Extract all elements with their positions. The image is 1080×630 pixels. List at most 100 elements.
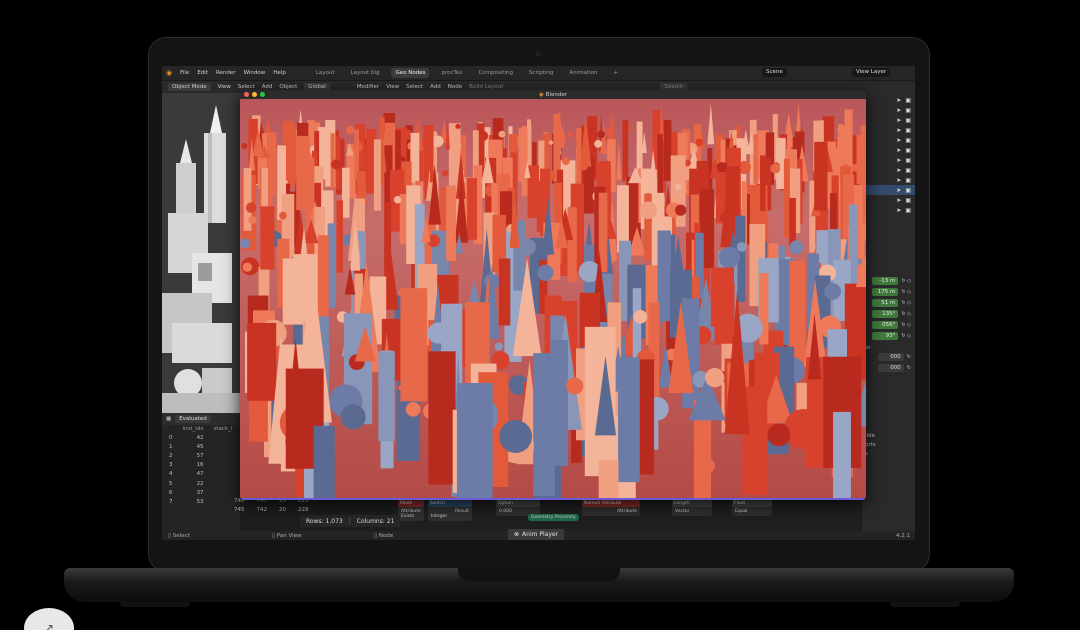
tab-layout-blg[interactable]: Layout.blg [347, 68, 384, 78]
visibility-icon[interactable]: ▣ [905, 117, 911, 124]
visibility-icon[interactable]: ▣ [905, 197, 911, 204]
property-row[interactable]: 93° ↻ ◇ [862, 331, 915, 341]
scale-field[interactable]: 000 [877, 353, 904, 361]
node-geometry-proximity[interactable]: Geometry Proximity [528, 514, 579, 521]
menu-render[interactable]: Render [216, 70, 236, 76]
procedural-city-render [240, 100, 866, 498]
maximize-window-icon[interactable] [260, 92, 265, 97]
select-arrow-icon[interactable]: ➤ [896, 127, 901, 134]
location-z-field[interactable]: 51 m [872, 299, 899, 307]
scene-selector[interactable]: Scene [762, 68, 787, 77]
node-float[interactable]: Float Equal [732, 500, 772, 516]
tab-proctex[interactable]: procTex [437, 68, 466, 78]
select-arrow-icon[interactable]: ➤ [896, 107, 901, 114]
select-arrow-icon[interactable]: ➤ [896, 187, 901, 194]
select-arrow-icon[interactable]: ➤ [896, 197, 901, 204]
tab-animation[interactable]: Animation [565, 68, 601, 78]
blender-logo-icon[interactable]: ◉ [166, 69, 172, 77]
view-layer-selector[interactable]: View Layer [852, 68, 891, 77]
city-building [627, 126, 632, 131]
render-result-image [240, 99, 866, 498]
rotation-z-field[interactable]: 93° [872, 332, 899, 340]
rotation-y-field[interactable]: 056° [872, 321, 899, 329]
menu-window[interactable]: Window [244, 70, 266, 76]
city-building [562, 157, 570, 166]
visibility-icon[interactable]: ▣ [905, 177, 911, 184]
close-icon[interactable]: ⊗ [514, 531, 519, 538]
city-building [494, 342, 503, 351]
property-row[interactable]: 51 m ↻ ◇ [862, 298, 915, 308]
visibility-icon[interactable]: ▣ [905, 147, 911, 154]
visibility-icon[interactable]: ▣ [905, 207, 911, 214]
property-row[interactable]: 056° ↻ ◇ [862, 320, 915, 330]
city-building [633, 310, 648, 324]
outliner-row[interactable]: ➤ ▣ [862, 105, 915, 115]
visibility-icon[interactable]: ▣ [905, 97, 911, 104]
tab-layout[interactable]: Layout [312, 68, 339, 78]
outliner-row[interactable]: ➤ ▣ [862, 175, 915, 185]
select-arrow-icon[interactable]: ➤ [896, 177, 901, 184]
evaluated-dropdown[interactable]: Evaluated [175, 415, 211, 423]
select-arrow-icon[interactable]: ➤ [896, 167, 901, 174]
select-arrow-icon[interactable]: ➤ [896, 207, 901, 214]
tab-scripting[interactable]: Scripting [525, 68, 557, 78]
tab-geo-nodes[interactable]: Geo Nodes [391, 68, 430, 78]
scale-field[interactable]: 000 [877, 364, 904, 372]
render-window-titlebar[interactable]: ◉ Blender [240, 90, 866, 99]
outliner-row[interactable]: ➤ ▣ [862, 165, 915, 175]
visibility-icon[interactable]: ▣ [905, 137, 911, 144]
minimize-window-icon[interactable] [252, 92, 257, 97]
outliner-row[interactable]: ➤ ▣ [862, 95, 915, 105]
close-window-icon[interactable] [244, 92, 249, 97]
menu-help[interactable]: Help [273, 70, 286, 76]
city-building [695, 138, 704, 147]
anim-player-button[interactable]: ⊗ Anim Player [508, 529, 565, 540]
property-row[interactable]: -13 m ↻ ◇ [862, 276, 915, 286]
visibility-icon[interactable]: ▣ [905, 127, 911, 134]
location-x-field[interactable]: -13 m [872, 277, 899, 285]
render-window[interactable]: ◉ Blender [240, 90, 866, 500]
outliner-row[interactable]: ➤ ▣ [862, 185, 915, 195]
select-arrow-icon[interactable]: ➤ [896, 137, 901, 144]
select-arrow-icon[interactable]: ➤ [896, 117, 901, 124]
node-title: Length [672, 500, 712, 507]
city-building [705, 367, 725, 388]
node-named-attribute[interactable]: Named Attribute Attribute [582, 500, 640, 516]
visibility-icon[interactable]: ▣ [905, 187, 911, 194]
outliner-row[interactable]: ➤ ▣ [862, 145, 915, 155]
node-mode[interactable]: Mode Attribute Exists [398, 500, 424, 521]
property-row[interactable]: 000 ↻ [862, 352, 915, 362]
floating-action-button[interactable]: ↗ [24, 608, 74, 630]
spreadsheet-icon[interactable]: ▦ [166, 416, 171, 422]
table-row: 745 742 20 228 [234, 507, 309, 513]
city-building [405, 401, 421, 417]
property-row[interactable]: 000 ↻ [862, 363, 915, 373]
outliner-row[interactable]: ➤ ▣ [862, 195, 915, 205]
add-workspace-button[interactable]: + [609, 68, 622, 78]
node-switch[interactable]: Switch Result Integer [428, 500, 472, 521]
node-length[interactable]: Length Vector [672, 500, 712, 516]
rotation-x-field[interactable]: 135° [872, 310, 899, 318]
select-arrow-icon[interactable]: ➤ [896, 157, 901, 164]
viewport-3d[interactable] [162, 93, 240, 413]
tab-compositing[interactable]: Compositing [474, 68, 516, 78]
property-row[interactable]: 135° ↻ ◇ [862, 309, 915, 319]
outliner-row[interactable]: ➤ ▣ [862, 205, 915, 215]
menu-edit[interactable]: Edit [197, 70, 208, 76]
location-y-field[interactable]: 175 m [872, 288, 899, 296]
tower-model-preview [162, 93, 240, 413]
property-row[interactable]: 175 m ↻ ◇ [862, 287, 915, 297]
select-arrow-icon[interactable]: ➤ [896, 97, 901, 104]
outliner-row[interactable]: ➤ ▣ [862, 135, 915, 145]
visibility-icon[interactable]: ▣ [905, 107, 911, 114]
menu-file[interactable]: File [180, 70, 189, 76]
select-arrow-icon[interactable]: ➤ [896, 147, 901, 154]
visibility-icon[interactable]: ▣ [905, 167, 911, 174]
header-view[interactable]: View [218, 84, 231, 90]
outliner-row[interactable]: ➤ ▣ [862, 125, 915, 135]
outliner-row[interactable]: ➤ ▣ [862, 115, 915, 125]
mode-dropdown[interactable]: Object Mode [168, 83, 211, 91]
outliner-row[interactable]: ➤ ▣ [862, 155, 915, 165]
node-editor[interactable]: Mode Attribute Exists Switch Result Inte… [392, 498, 862, 531]
visibility-icon[interactable]: ▣ [905, 157, 911, 164]
